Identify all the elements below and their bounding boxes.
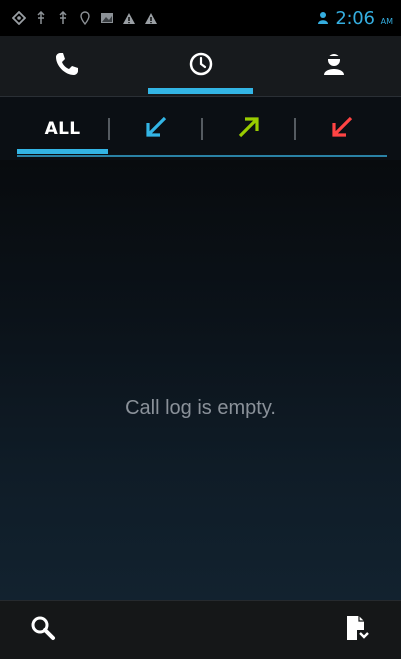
tab-phone[interactable]: [0, 36, 134, 96]
outgoing-call-arrow-icon: [236, 114, 262, 144]
notification-icons: [12, 11, 316, 25]
status-ampm: AM: [380, 16, 393, 26]
call-log-list[interactable]: Call log is empty.: [0, 160, 401, 600]
status-right: 2:06 AM: [316, 8, 393, 29]
warning-icon: [144, 11, 158, 25]
overflow-menu-button[interactable]: [336, 609, 378, 651]
warning-icon: [122, 11, 136, 25]
image-icon: [100, 11, 114, 25]
call-filter-bar: ALL: [0, 96, 401, 161]
empty-call-log-message: Call log is empty.: [125, 397, 276, 419]
call-filter-tabs: ALL: [17, 105, 387, 154]
location-icon: [78, 11, 92, 25]
filter-all[interactable]: ALL: [17, 105, 108, 154]
filter-incoming[interactable]: [110, 105, 201, 153]
usb-icon: [34, 11, 48, 25]
search-button[interactable]: [22, 609, 64, 651]
search-icon: [30, 615, 56, 645]
tab-contacts[interactable]: [267, 36, 401, 96]
person-icon: [316, 11, 330, 25]
phone-screen: 2:06 AM ALL Call log is empty.: [0, 0, 401, 659]
filter-outgoing[interactable]: [203, 105, 294, 153]
missed-call-arrow-icon: [329, 114, 355, 144]
sync-icon: [12, 11, 26, 25]
top-tab-bar: [0, 36, 401, 96]
phone-icon: [54, 51, 80, 81]
status-time: 2:06: [335, 7, 375, 29]
filter-baseline: [17, 155, 387, 157]
filter-all-label: ALL: [44, 119, 81, 139]
usb-icon: [56, 11, 70, 25]
tab-call-log[interactable]: [134, 36, 268, 96]
filter-missed[interactable]: [296, 105, 387, 153]
filter-selected-indicator: [17, 149, 108, 154]
status-bar: 2:06 AM: [0, 0, 401, 36]
bottom-action-bar: [0, 600, 401, 659]
dialpad-menu-icon: [344, 614, 370, 646]
clock-icon: [188, 51, 214, 81]
contact-icon: [321, 51, 347, 81]
tab-selected-indicator: [147, 88, 254, 94]
incoming-call-arrow-icon: [143, 114, 169, 144]
